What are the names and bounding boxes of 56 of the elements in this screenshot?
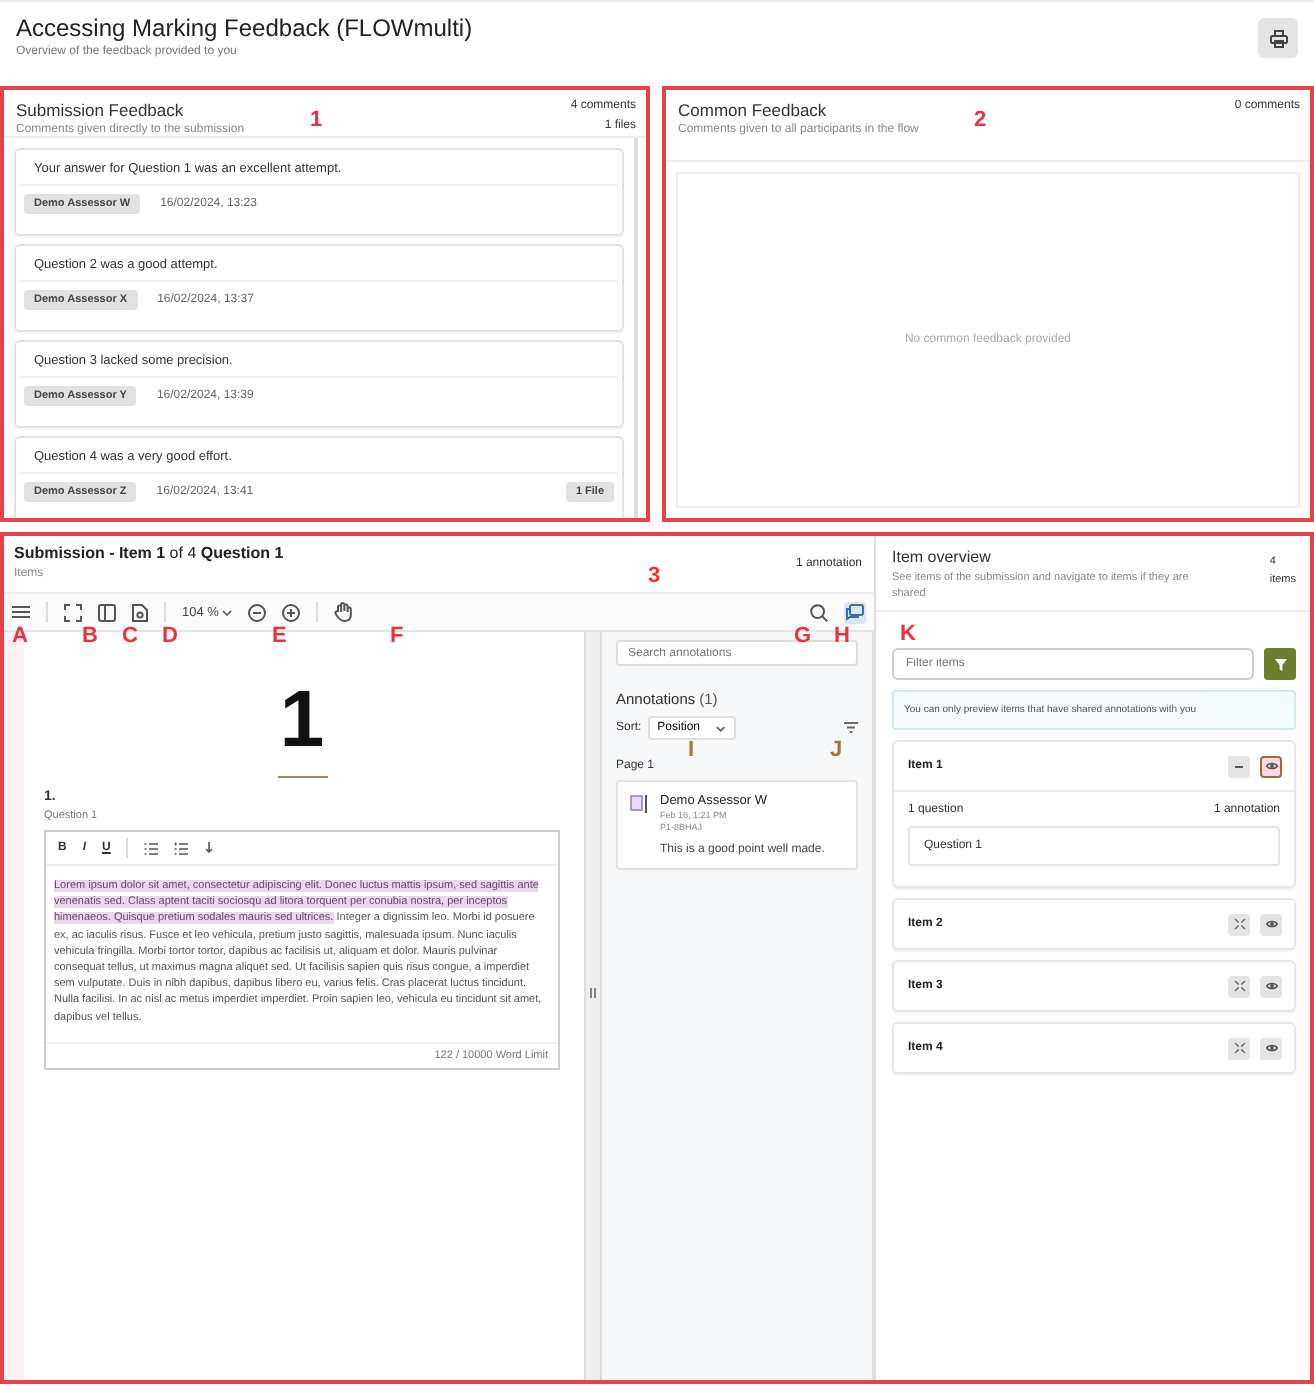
minus-icon (1234, 761, 1244, 771)
callout-label: B (82, 626, 98, 648)
callout-label: J (830, 740, 843, 762)
callout-label: 3 (648, 566, 661, 588)
print-button[interactable] (1258, 18, 1298, 58)
drag-handle-icon[interactable] (590, 988, 596, 998)
callout-label: A (12, 626, 28, 648)
answer-editor[interactable] (44, 830, 560, 1070)
expand-button[interactable] (1228, 975, 1250, 997)
bullet-list-icon[interactable] (144, 841, 159, 855)
filter-icon (1273, 657, 1287, 671)
zoom-in-icon[interactable] (282, 603, 301, 621)
overview-title: Item overview (892, 548, 993, 566)
eye-icon (1265, 1044, 1277, 1052)
page-title: Accessing Marking Feedback (FLOWmulti) (16, 14, 473, 42)
callout-label: C (122, 626, 138, 648)
preview-button[interactable] (1260, 1037, 1282, 1059)
caret-icon (716, 725, 726, 731)
callout-label: F (390, 626, 404, 648)
expand-icon (1233, 1042, 1245, 1054)
zoom-out-icon[interactable] (248, 603, 267, 621)
eye-icon (1265, 762, 1277, 770)
expand-icon (1233, 980, 1245, 992)
preview-button[interactable] (1260, 913, 1282, 935)
callout-label: D (162, 626, 178, 648)
expand-icon (1233, 918, 1245, 930)
highlight-note-icon (630, 794, 648, 814)
callout-label: E (272, 626, 287, 648)
submission-title: Submission - Item 1 of 4 Question 1 (14, 544, 284, 562)
menu-icon[interactable] (12, 604, 30, 620)
eye-icon (1265, 982, 1277, 990)
expand-button[interactable] (1228, 1037, 1250, 1059)
caret-icon (222, 609, 233, 615)
comments-icon[interactable] (844, 601, 866, 623)
callout-label: K (900, 624, 916, 646)
print-icon (1269, 29, 1287, 47)
callout-label: 1 (310, 110, 323, 132)
search-icon[interactable] (810, 603, 828, 621)
panel-title: Submission Feedback (16, 100, 186, 120)
collapse-button[interactable] (1228, 755, 1250, 777)
document-settings-icon[interactable] (132, 603, 148, 621)
fullscreen-icon[interactable] (64, 603, 82, 621)
down-arrow-icon[interactable] (204, 842, 215, 854)
expand-button[interactable] (1228, 913, 1250, 935)
hand-icon[interactable] (334, 602, 353, 622)
page-number: 1 (277, 676, 327, 764)
eye-icon (1265, 920, 1277, 928)
callout-label: I (688, 740, 695, 762)
sidebar-icon[interactable] (98, 603, 116, 621)
filter-icon[interactable] (844, 722, 858, 734)
filter-button[interactable] (1264, 648, 1296, 680)
callout-label: 2 (974, 110, 987, 132)
panel-title: Common Feedback (678, 100, 829, 120)
numbered-list-icon[interactable] (174, 841, 189, 855)
preview-button[interactable] (1260, 755, 1282, 777)
preview-button[interactable] (1260, 975, 1282, 997)
